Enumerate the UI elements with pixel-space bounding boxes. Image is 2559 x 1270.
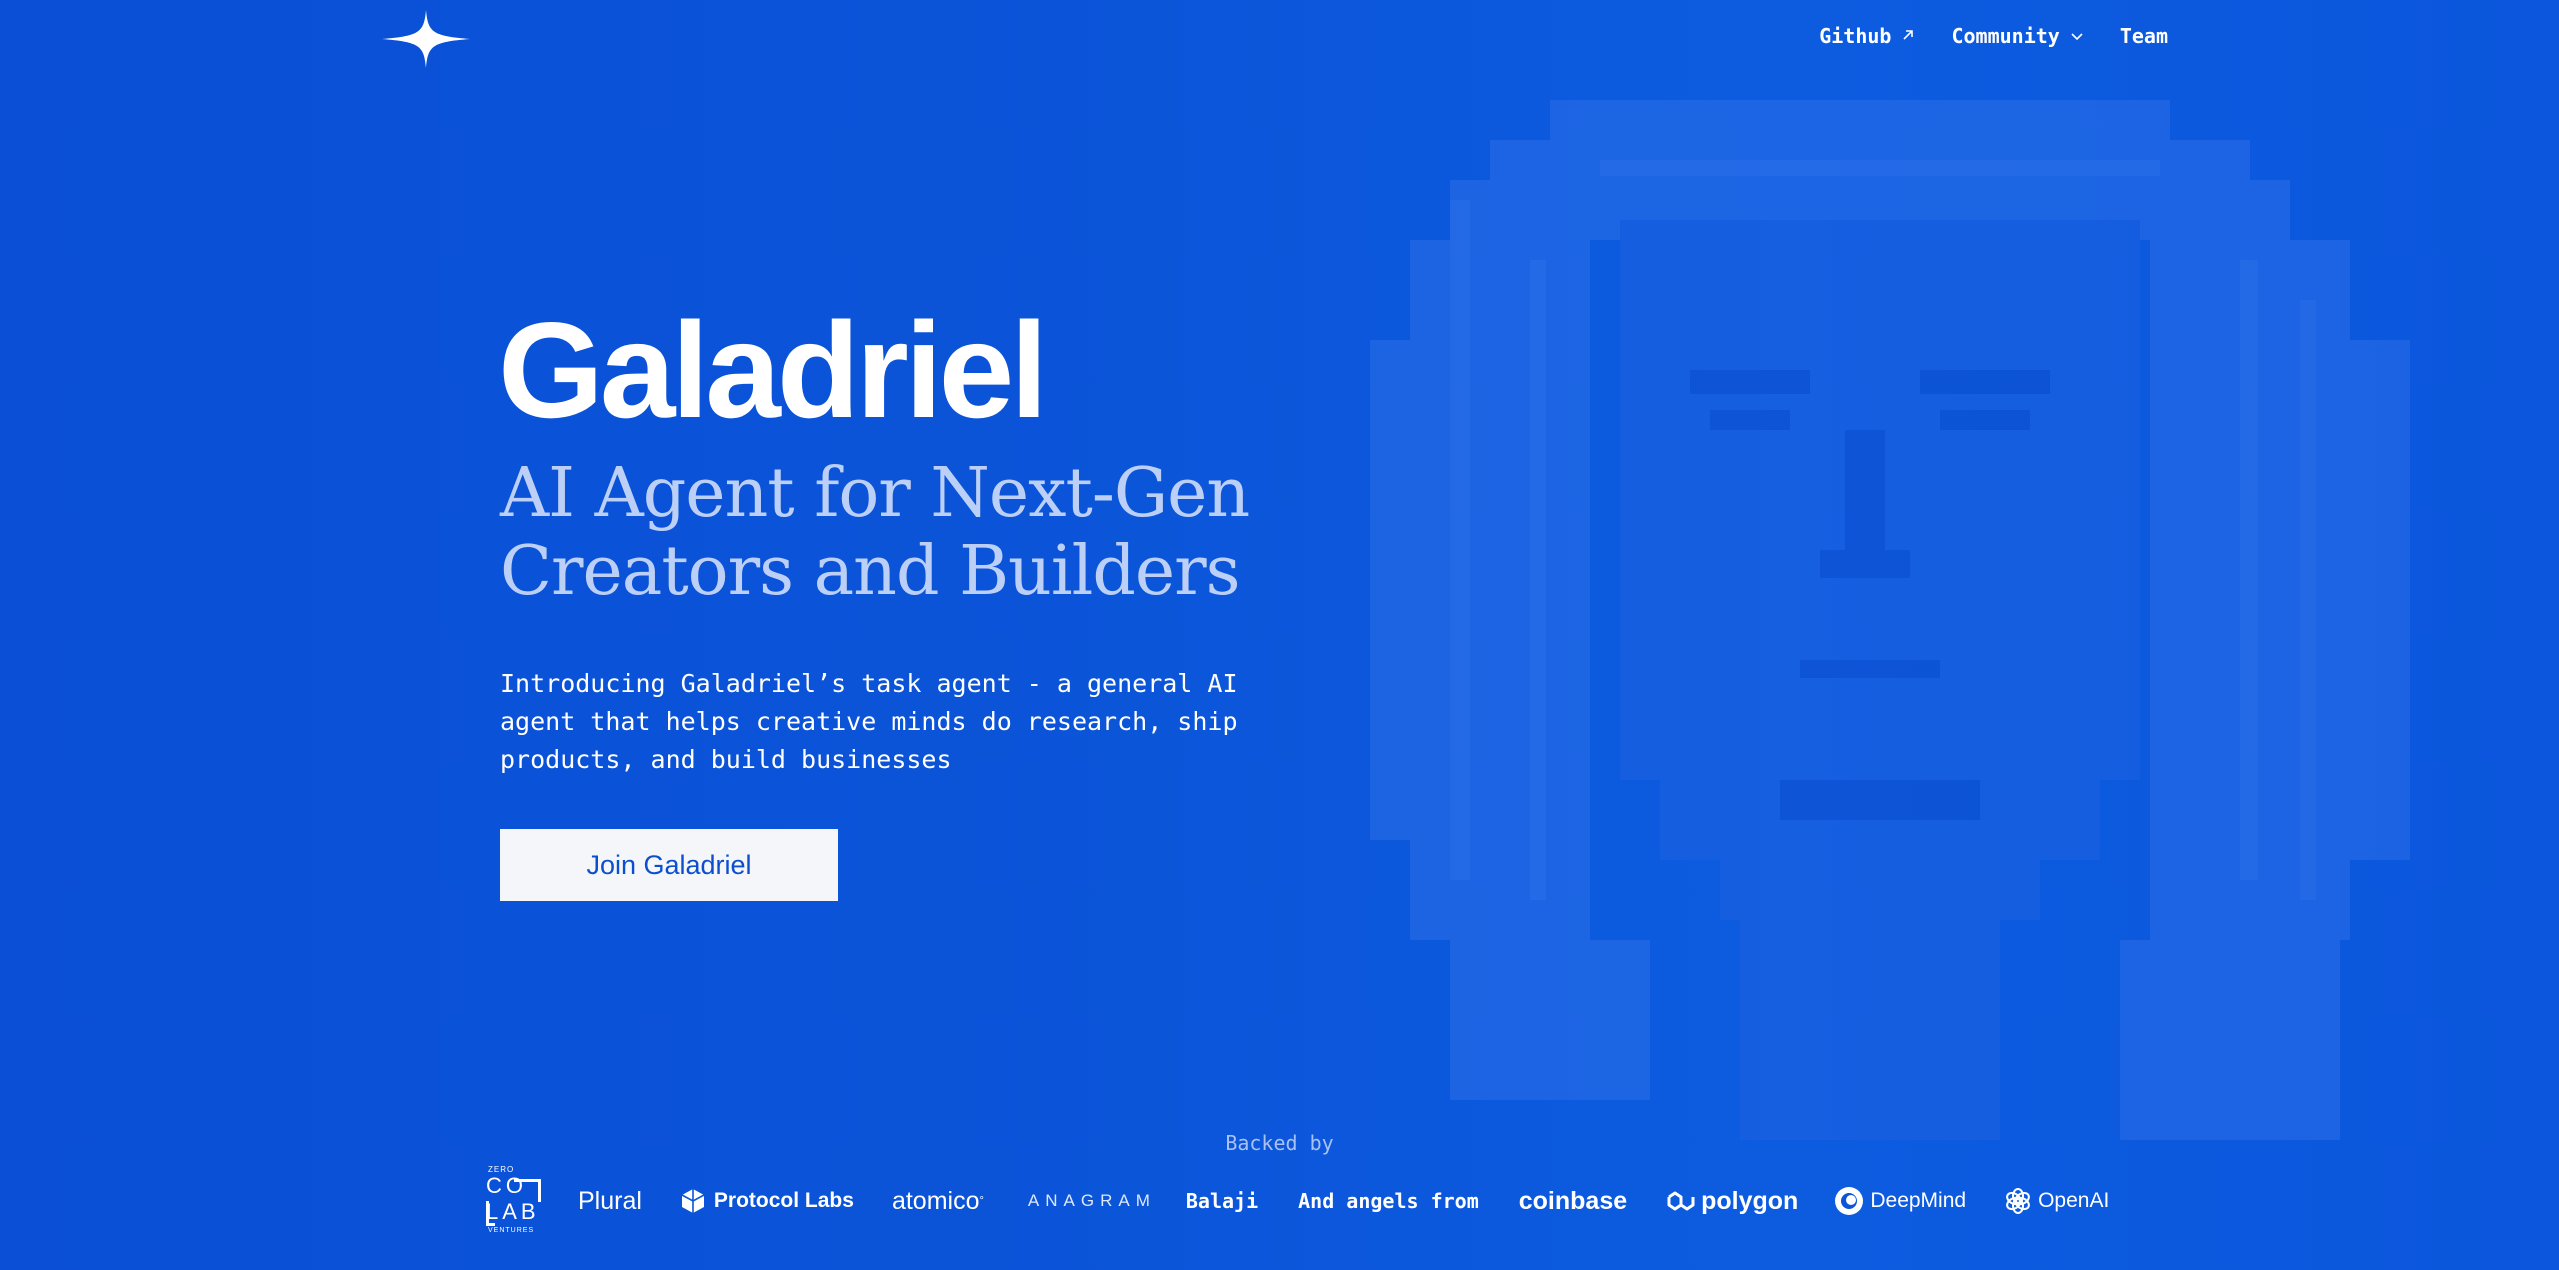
protocol-labs-text: Protocol Labs bbox=[713, 1189, 854, 1212]
pixel-portrait-image bbox=[1370, 100, 2410, 1140]
arrow-up-right-icon bbox=[1901, 26, 1915, 47]
plural-logo: Plural bbox=[578, 1186, 642, 1215]
atomico-text: atomico bbox=[891, 1186, 980, 1215]
angels-from-text: And angels from bbox=[1298, 1189, 1479, 1213]
deepmind-logo: DeepMind bbox=[1834, 1186, 1966, 1216]
top-nav: Github Community Team bbox=[1819, 24, 2168, 48]
nav-community[interactable]: Community bbox=[1951, 24, 2083, 48]
atomico-logo: atomico ° bbox=[892, 1187, 984, 1216]
protocol-labs-icon bbox=[681, 1189, 705, 1213]
nav-community-label: Community bbox=[1951, 24, 2060, 48]
deepmind-icon bbox=[1835, 1187, 1864, 1215]
coinbase-logo: coinbase bbox=[1518, 1186, 1628, 1215]
protocol-labs-logo: Protocol Labs bbox=[680, 1187, 854, 1215]
atomico-degree-mark: ° bbox=[979, 1195, 984, 1207]
backers-logo-row: ZERO CO LAB VENTURES Plural Protocol Lab… bbox=[486, 1163, 2109, 1239]
polygon-logo: polygon bbox=[1665, 1187, 1798, 1216]
nav-team[interactable]: Team bbox=[2120, 24, 2168, 48]
polygon-text: polygon bbox=[1701, 1186, 1799, 1215]
anagram-logo: ANAGRAM bbox=[1027, 1191, 1156, 1210]
nav-github-label: Github bbox=[1819, 24, 1892, 48]
openai-logo: OpenAI bbox=[2004, 1187, 2109, 1215]
landing-page: Github Community Team Galadriel AI Agent… bbox=[0, 0, 2559, 1270]
balaji-text: Balaji bbox=[1185, 1189, 1259, 1213]
backed-by-label: Backed by bbox=[1225, 1131, 1334, 1155]
colab-bottom-text: VENTURES bbox=[488, 1227, 535, 1234]
chevron-down-icon bbox=[2070, 31, 2084, 41]
hero-intro-text: Introducing Galadriel’s task agent - a g… bbox=[500, 669, 1238, 774]
nav-github[interactable]: Github bbox=[1819, 24, 1915, 48]
deepmind-text: DeepMind bbox=[1870, 1189, 1967, 1212]
join-galadriel-button[interactable]: Join Galadriel bbox=[500, 829, 838, 901]
openai-icon bbox=[2006, 1188, 2030, 1214]
polygon-icon bbox=[1667, 1191, 1695, 1211]
hero-tagline-line-2: Creators and Builders bbox=[500, 532, 1241, 611]
nav-team-label: Team bbox=[2119, 24, 2168, 48]
brand-title: Galadriel bbox=[498, 294, 1048, 446]
hero-tagline: AI Agent for Next-Gen Creators and Build… bbox=[500, 455, 1260, 611]
colab-lab-text: LAB bbox=[486, 1199, 540, 1224]
sparkle-logo-icon[interactable] bbox=[380, 8, 472, 70]
colab-ventures-logo: ZERO CO LAB VENTURES bbox=[486, 1165, 541, 1237]
openai-text: OpenAI bbox=[2038, 1189, 2110, 1212]
hero-tagline-line-1: AI Agent for Next-Gen bbox=[500, 454, 1250, 533]
